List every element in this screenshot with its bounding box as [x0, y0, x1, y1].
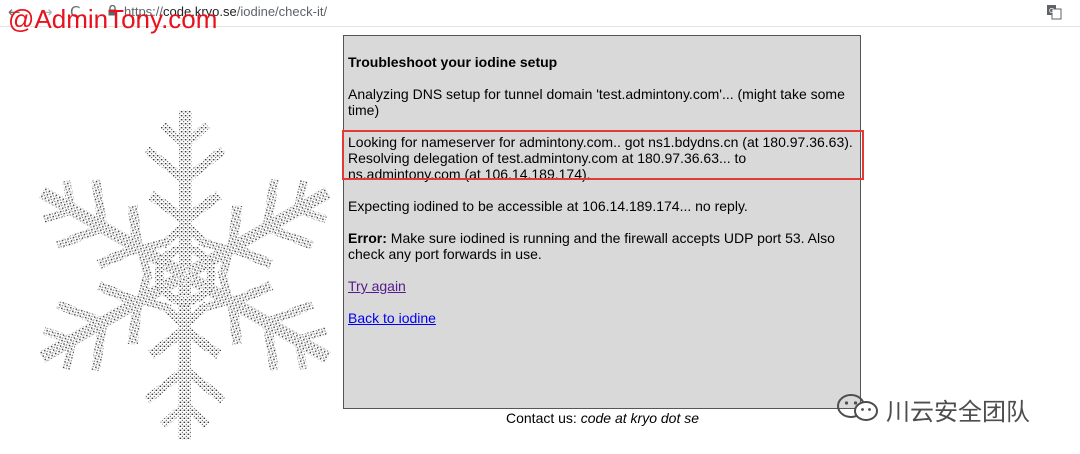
try-again-link[interactable]: Try again: [348, 278, 406, 294]
url-path: /iodine/check-it/: [236, 4, 328, 19]
contact-line: Contact us: code at kryo dot se: [506, 410, 699, 426]
wechat-team-name: 川云安全团队: [886, 398, 1030, 426]
error-text: Make sure iodined is running and the fir…: [348, 230, 835, 262]
admintony-watermark: @AdminTony.com: [8, 4, 218, 34]
highlight-box: [342, 130, 864, 180]
svg-text:G: G: [1049, 8, 1054, 15]
check-panel: Troubleshoot your iodine setup Analyzing…: [343, 35, 861, 409]
expecting-text: Expecting iodined to be accessible at 10…: [348, 198, 748, 214]
contact-email: code at kryo dot se: [580, 410, 700, 426]
analyzing-text: Analyzing DNS setup for tunnel domain 't…: [348, 86, 845, 118]
back-to-iodine-link[interactable]: Back to iodine: [348, 310, 436, 326]
snowflake-image: [20, 96, 350, 454]
error-message: Error: Make sure iodined is running and …: [348, 230, 856, 262]
contact-label: Contact us:: [506, 410, 577, 426]
error-label: Error:: [348, 230, 387, 246]
translate-icon[interactable]: G: [1046, 4, 1062, 20]
panel-title: Troubleshoot your iodine setup: [348, 54, 558, 70]
wechat-icon: [837, 394, 878, 421]
